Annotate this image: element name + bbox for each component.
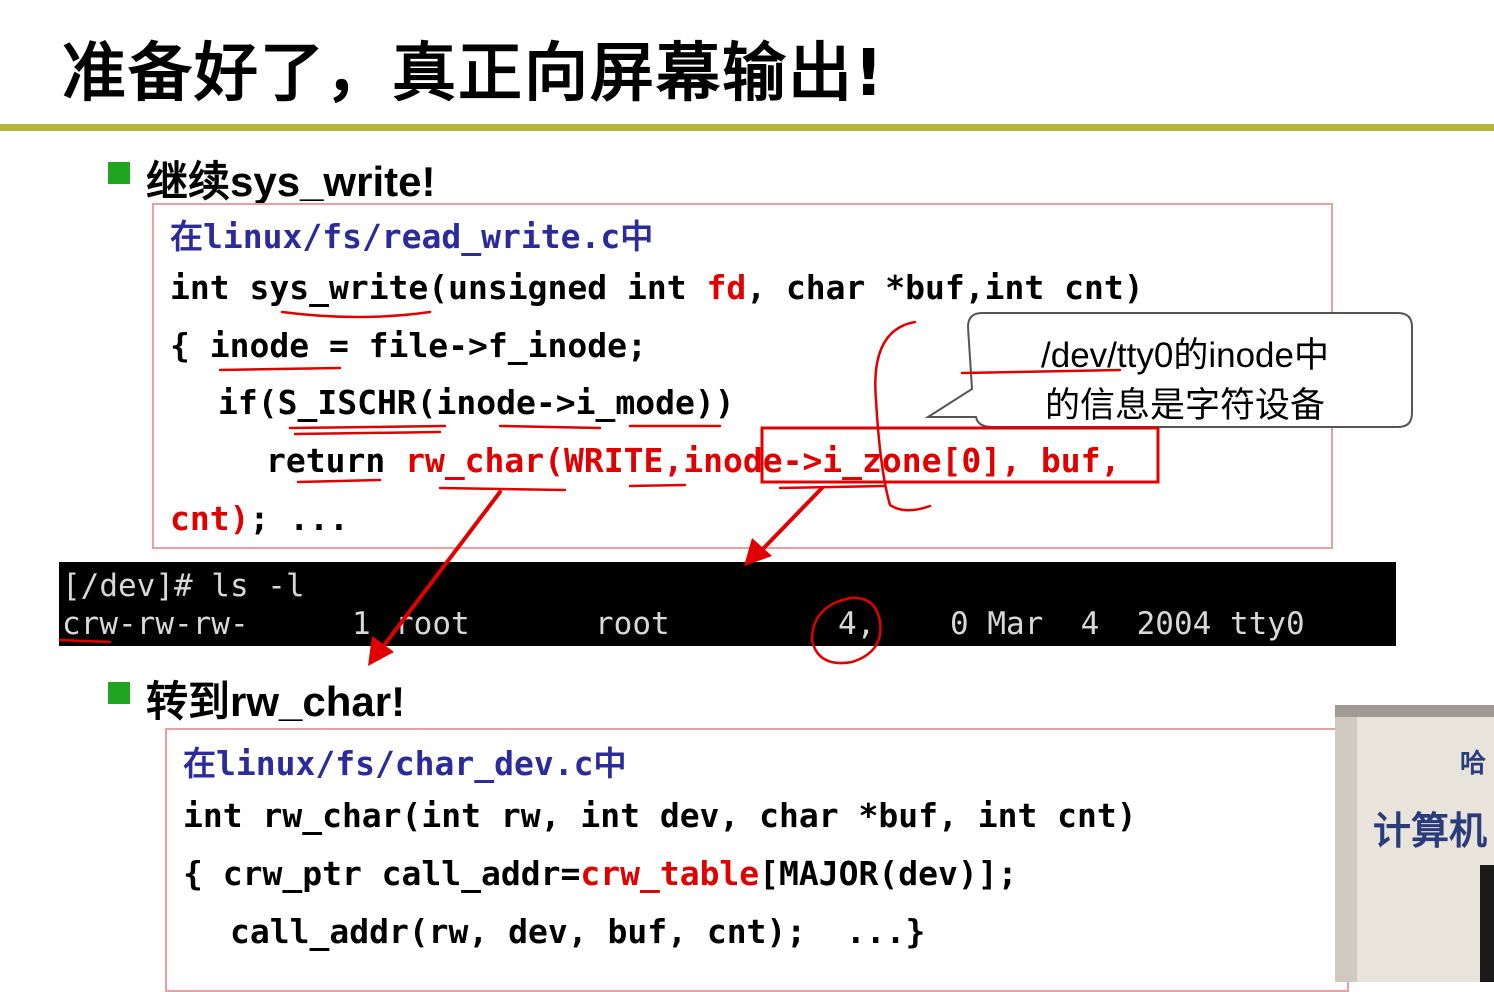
code-line-inode: { inode = file->f_inode; [170,326,647,365]
terminal-perm: crw-rw-rw- [62,606,249,642]
section2-heading: 转到rw_char! [146,678,406,725]
title-divider [0,124,1494,131]
code-line-call-invoke: call_addr(rw, dev, buf, cnt); ...} [230,912,926,951]
terminal-command: [/dev]# ls -l [62,568,305,604]
code-line-if-ischr: if(S_ISCHR(inode->i_mode)) [218,383,735,422]
code-line-rw-char-signature: int rw_char(int rw, int dev, char *buf, … [183,796,1137,835]
code-line-sys-write-signature: int sys_write(unsigned int fd, char *buf… [170,268,1144,307]
callout-line-1: /dev/tty0的inode中 [1041,336,1329,375]
file-label-read-write: 在linux/fs/read_write.c中 [170,217,654,256]
terminal-group: root [595,606,670,642]
file-label-char-dev: 在linux/fs/char_dev.c中 [183,744,627,783]
code-line-cnt: cnt); ... [170,499,349,538]
section1-heading: 继续sys_write! [146,158,436,205]
lecturer-video-inset: 哈 计算机 [1335,705,1494,982]
terminal-links: 1 [352,606,371,642]
terminal-owner: root [395,606,470,642]
callout-line-2: 的信息是字符设备 [1044,386,1325,425]
code-line-return: return rw_char(WRITE,inode->i_zone[0], b… [266,441,1121,480]
code-line-call-addr: { crw_ptr call_addr=crw_table[MAJOR(dev)… [183,854,1018,893]
terminal-rest: 0 Mar 4 2004 tty0 [950,606,1305,642]
video-sign-text-2: 计算机 [1373,809,1488,853]
terminal-major-number: 4, [838,606,876,642]
bullet-icon [108,162,130,184]
bullet-icon [108,682,130,704]
slide-title: 准备好了，真正向屏幕输出! [62,37,886,111]
video-sign-text-1: 哈 [1460,749,1487,779]
